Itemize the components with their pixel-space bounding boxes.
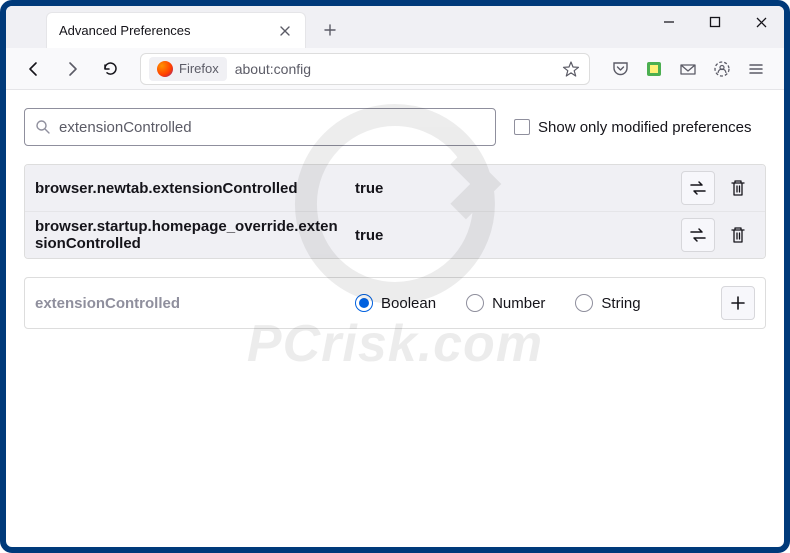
- forward-button[interactable]: [56, 53, 88, 85]
- radio-icon: [466, 294, 484, 312]
- checkbox-icon: [514, 119, 530, 135]
- radio-string[interactable]: String: [575, 294, 640, 312]
- search-icon: [35, 119, 51, 135]
- back-button[interactable]: [18, 53, 50, 85]
- type-radios: Boolean Number String: [355, 294, 715, 312]
- bookmark-star-icon[interactable]: [561, 59, 581, 79]
- close-tab-icon[interactable]: [277, 23, 293, 39]
- radio-label: Number: [492, 295, 545, 312]
- firefox-logo-icon: [157, 61, 173, 77]
- firefox-identity-badge[interactable]: Firefox: [149, 57, 227, 81]
- pref-value: true: [355, 180, 675, 197]
- radio-boolean[interactable]: Boolean: [355, 294, 436, 312]
- account-icon[interactable]: [706, 53, 738, 85]
- close-window-button[interactable]: [738, 6, 784, 38]
- browser-window: Advanced Preferences Firefox about:confi…: [0, 0, 790, 553]
- preference-row[interactable]: browser.startup.homepage_override.extens…: [25, 211, 765, 258]
- add-pref-name: extensionControlled: [35, 295, 355, 312]
- show-modified-checkbox[interactable]: Show only modified preferences: [514, 119, 751, 136]
- window-controls: [646, 6, 784, 38]
- search-input[interactable]: [59, 119, 485, 136]
- identity-label: Firefox: [179, 61, 219, 76]
- menu-button[interactable]: [740, 53, 772, 85]
- toggle-button[interactable]: [681, 171, 715, 205]
- pref-name: browser.newtab.extensionControlled: [35, 180, 355, 197]
- pocket-icon[interactable]: [604, 53, 636, 85]
- browser-tab[interactable]: Advanced Preferences: [46, 12, 306, 48]
- toolbar-right: [604, 53, 772, 85]
- radio-icon: [575, 294, 593, 312]
- delete-button[interactable]: [721, 171, 755, 205]
- preferences-list: browser.newtab.extensionControlled true …: [24, 164, 766, 259]
- reload-button[interactable]: [94, 53, 126, 85]
- radio-number[interactable]: Number: [466, 294, 545, 312]
- delete-button[interactable]: [721, 218, 755, 252]
- url-bar[interactable]: Firefox about:config: [140, 53, 590, 85]
- pref-name: browser.startup.homepage_override.extens…: [35, 218, 355, 252]
- checkbox-label: Show only modified preferences: [538, 119, 751, 136]
- tab-title: Advanced Preferences: [59, 23, 191, 38]
- minimize-button[interactable]: [646, 6, 692, 38]
- add-button[interactable]: [721, 286, 755, 320]
- radio-icon: [355, 294, 373, 312]
- page-content: Show only modified preferences browser.n…: [6, 90, 784, 347]
- add-preference-row: extensionControlled Boolean Number Strin…: [24, 277, 766, 329]
- search-box[interactable]: [24, 108, 496, 146]
- radio-label: Boolean: [381, 295, 436, 312]
- navigation-toolbar: Firefox about:config: [6, 48, 784, 90]
- new-tab-button[interactable]: [316, 16, 344, 44]
- toggle-button[interactable]: [681, 218, 715, 252]
- mail-icon[interactable]: [672, 53, 704, 85]
- maximize-button[interactable]: [692, 6, 738, 38]
- titlebar: Advanced Preferences: [6, 6, 784, 48]
- pref-value: true: [355, 227, 675, 244]
- search-row: Show only modified preferences: [24, 108, 766, 146]
- extension-icon[interactable]: [638, 53, 670, 85]
- radio-label: String: [601, 295, 640, 312]
- url-text: about:config: [235, 61, 553, 77]
- preference-row[interactable]: browser.newtab.extensionControlled true: [25, 165, 765, 211]
